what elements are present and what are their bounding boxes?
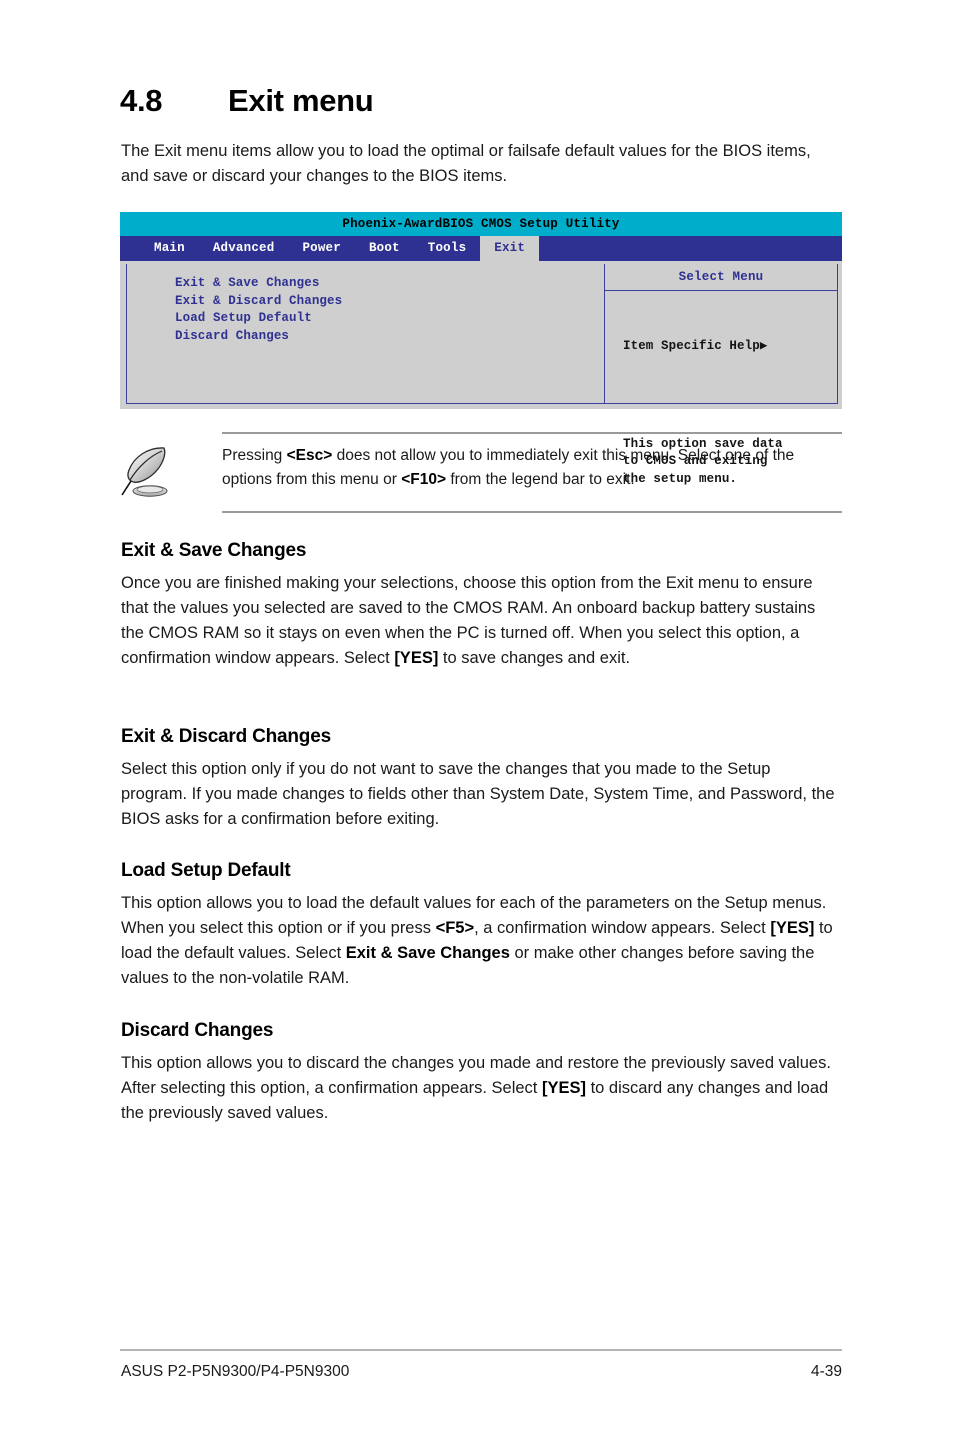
quill-pen-icon: [120, 444, 222, 500]
section-exit-and-save-changes: Exit & Save Changes Once you are finishe…: [121, 540, 841, 671]
note-bottom-rule: [222, 511, 842, 513]
section-body: This option allows you to load the defau…: [121, 891, 841, 991]
intro-paragraph: The Exit menu items allow you to load th…: [121, 142, 811, 185]
bios-option-2[interactable]: Load Setup Default: [175, 310, 604, 328]
bios-help-header: Select Menu: [605, 264, 837, 291]
bios-help-panel: Select Menu Item Specific Help▶ This opt…: [605, 264, 837, 486]
bios-tab-exit[interactable]: Exit: [480, 236, 540, 261]
section-load-setup-default: Load Setup Default This option allows yo…: [121, 860, 841, 991]
body-text: , a confirmation window appears. Select: [474, 919, 771, 937]
bios-tab-boot[interactable]: Boot: [355, 236, 414, 261]
section-body: Once you are finished making your select…: [121, 571, 841, 671]
body-text: to save changes and exit.: [438, 649, 631, 667]
note-key-label: <F10>: [401, 471, 447, 488]
note-text: Pressing <Esc> does not allow you to imm…: [222, 444, 842, 492]
footer-page-number: 4-39: [810, 1363, 842, 1380]
note-callout: Pressing <Esc> does not allow you to imm…: [120, 432, 842, 513]
emphasis-text: [YES]: [394, 649, 439, 667]
section-number: 4.8: [120, 83, 163, 118]
bios-setup-screenshot: Phoenix-AwardBIOS CMOS Setup Utility Mai…: [120, 212, 842, 486]
bios-option-0[interactable]: Exit & Save Changes: [175, 275, 604, 293]
section-discard-changes: Discard Changes This option allows you t…: [121, 1020, 841, 1126]
section-body: Select this option only if you do not wa…: [121, 757, 841, 832]
bios-menu-bar: Main Advanced Power Boot Tools Exit: [120, 236, 842, 261]
emphasis-text: [YES]: [770, 919, 815, 937]
bios-content-area: Exit & Save Changes Exit & Discard Change…: [126, 264, 838, 486]
emphasis-text: <F5>: [435, 919, 475, 937]
bios-tab-tools[interactable]: Tools: [414, 236, 481, 261]
section-heading: Exit & Save Changes: [121, 540, 307, 561]
note-body-text: from the legend bar to exit.: [446, 471, 635, 488]
section-body: This option allows you to discard the ch…: [121, 1051, 841, 1126]
body-text: Select this option only if you do not wa…: [121, 760, 835, 828]
note-content: Pressing <Esc> does not allow you to imm…: [120, 434, 842, 511]
bios-help-subtitle: Item Specific Help▶: [623, 339, 768, 353]
bios-option-3[interactable]: Discard Changes: [175, 328, 604, 346]
bios-title-bar: Phoenix-AwardBIOS CMOS Setup Utility: [120, 212, 842, 236]
note-body-text: Pressing: [222, 447, 287, 464]
footer-product-name: ASUS P2-P5N9300/P4-P5N9300: [121, 1363, 350, 1380]
bios-tab-advanced[interactable]: Advanced: [199, 236, 289, 261]
note-key-label: <Esc>: [286, 447, 333, 464]
section-heading: Exit & Discard Changes: [121, 726, 331, 747]
bios-tab-main[interactable]: Main: [140, 236, 199, 261]
bios-tab-power[interactable]: Power: [288, 236, 355, 261]
document-page: 4.8 Exit menu The Exit menu items allow …: [0, 0, 954, 1438]
bios-option-1[interactable]: Exit & Discard Changes: [175, 293, 604, 311]
bios-option-list: Exit & Save Changes Exit & Discard Change…: [127, 264, 605, 403]
section-exit-and-discard-changes: Exit & Discard Changes Select this optio…: [121, 726, 841, 832]
page-title: 4.8 Exit menu: [120, 83, 840, 119]
bios-help-spacer: [623, 391, 837, 401]
section-heading: Discard Changes: [121, 1020, 274, 1041]
footer-divider: [120, 1349, 842, 1351]
section-heading: Load Setup Default: [121, 860, 291, 881]
section-title: Exit menu: [228, 83, 374, 118]
emphasis-text: [YES]: [541, 1079, 586, 1097]
emphasis-text: Exit & Save Changes: [345, 944, 510, 962]
